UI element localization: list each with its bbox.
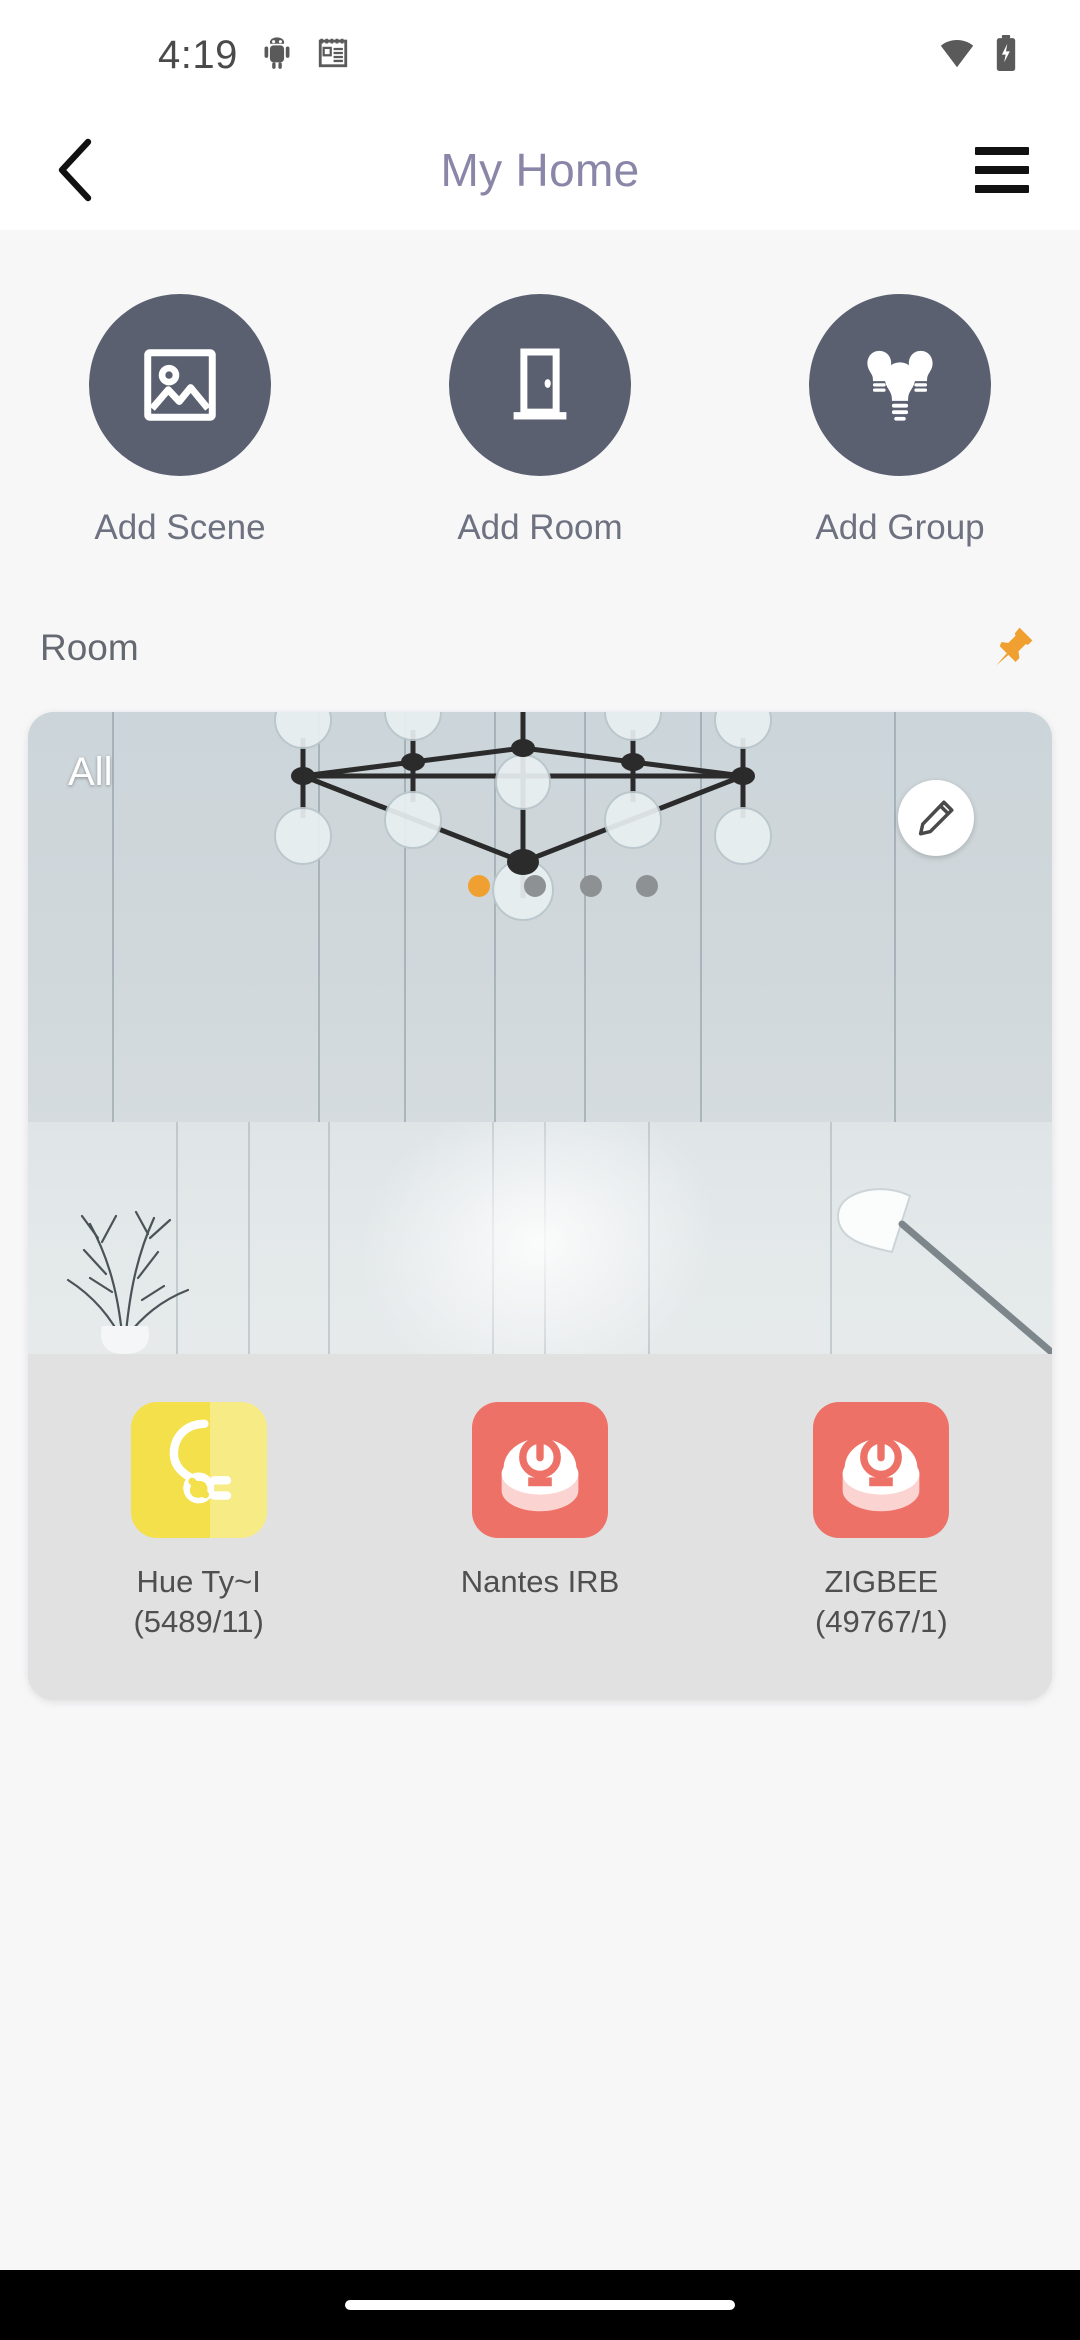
device-icon (813, 1402, 950, 1538)
device-row: ZIGBEE (32115/1#1) (28, 1687, 1052, 1700)
device-tile[interactable]: ZIGBEE (41481/1#1) (369, 1687, 710, 1700)
device-icon (130, 1402, 267, 1538)
add-group-circle (809, 294, 991, 476)
power-button-icon (813, 1402, 950, 1538)
power-button-icon (471, 1402, 608, 1538)
add-scene-button[interactable]: Add Scene (0, 294, 360, 548)
page-title: My Home (440, 144, 640, 196)
app-bar: My Home (0, 110, 1080, 230)
add-room-label: Add Room (457, 508, 623, 547)
floor-lamp (836, 1188, 1052, 1354)
wall-light-glow (327, 1122, 749, 1354)
device-tile[interactable]: ZIGBEE (49767/1) (711, 1380, 1052, 1641)
device-tile[interactable]: Hue Ty~I (5489/11) (28, 1380, 369, 1641)
room-section-header: Room (0, 548, 1080, 676)
hamburger-menu-icon[interactable] (954, 122, 1050, 218)
add-scene-circle (89, 294, 271, 476)
pager-dot-4[interactable] (636, 875, 658, 897)
battery-charging-icon (994, 34, 1018, 77)
room-hero-image-lower (28, 1122, 1052, 1354)
power-plug-icon (130, 1402, 267, 1538)
pager-dot-1[interactable] (468, 875, 490, 897)
add-room-circle (449, 294, 631, 476)
add-scene-label: Add Scene (94, 508, 266, 547)
app-root: 4:19 My Home Add Scene Add Room Add Grou… (0, 0, 1080, 2340)
quick-actions: Add Scene Add Room Add Group (0, 230, 1080, 548)
home-gesture-pill[interactable] (345, 2300, 735, 2310)
room-card[interactable]: All Hue Ty~I (5489/11) Nantes IRB ZIGBEE… (28, 712, 1052, 1700)
android-robot-icon (260, 35, 294, 76)
dry-branches-vase (66, 1210, 190, 1354)
chevron-left-icon (58, 138, 92, 202)
device-tile[interactable]: ZIGBEE (32115/1#1) (28, 1687, 369, 1700)
room-section-title: Room (40, 627, 139, 668)
chandelier-illustration (274, 712, 772, 921)
room-pager[interactable] (468, 875, 658, 897)
device-tile[interactable]: ZIGBEE (32115/1#2) (711, 1687, 1052, 1700)
main-content: Add Scene Add Room Add Group Room All Hu… (0, 230, 1080, 2270)
add-group-label: Add Group (815, 508, 985, 547)
notes-icon (316, 35, 350, 76)
device-label: Hue Ty~I (5489/11) (133, 1564, 264, 1639)
device-label: Nantes IRB (460, 1564, 620, 1599)
door-icon (513, 348, 567, 420)
add-group-button[interactable]: Add Group (720, 294, 1080, 548)
device-icon (471, 1402, 608, 1538)
edit-room-button[interactable] (898, 780, 974, 856)
room-overlay-label: All (68, 750, 113, 794)
room-hero-image: All (28, 712, 1052, 1122)
add-room-button[interactable]: Add Room (360, 294, 720, 548)
wifi-icon (938, 34, 976, 77)
device-grid: Hue Ty~I (5489/11) Nantes IRB ZIGBEE (49… (28, 1354, 1052, 1700)
pager-dot-3[interactable] (580, 875, 602, 897)
status-bar: 4:19 (0, 0, 1080, 110)
light-bulbs-icon (867, 350, 933, 421)
device-row: Hue Ty~I (5489/11) Nantes IRB ZIGBEE (49… (28, 1380, 1052, 1641)
pager-dot-2[interactable] (524, 875, 546, 897)
image-icon (144, 349, 216, 421)
back-button[interactable] (28, 122, 124, 218)
device-label: ZIGBEE (49767/1) (814, 1564, 948, 1639)
pencil-icon (918, 800, 954, 836)
pin-room-button[interactable] (984, 620, 1040, 676)
status-bar-right (938, 34, 1018, 77)
device-tile[interactable]: Nantes IRB (369, 1380, 710, 1641)
status-bar-clock: 4:19 (158, 33, 238, 77)
system-navigation-bar (0, 2270, 1080, 2340)
status-bar-left: 4:19 (158, 35, 350, 76)
pushpin-icon (996, 627, 1033, 666)
